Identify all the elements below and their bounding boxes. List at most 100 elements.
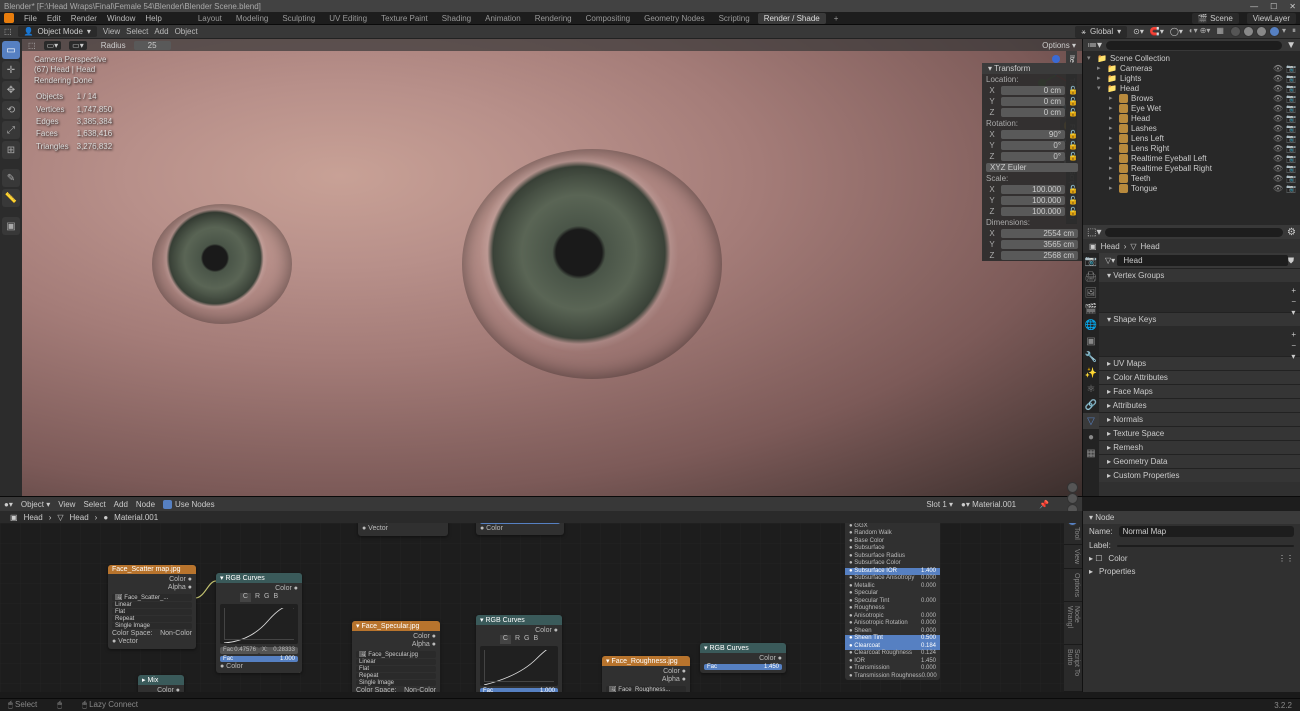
rot-y[interactable]: 0° xyxy=(1001,141,1065,150)
rot-mode[interactable]: XYZ Euler xyxy=(986,163,1078,172)
prop-panel-header[interactable]: ▸ Geometry Data xyxy=(1099,455,1300,468)
props-options-icon[interactable]: ⚙ xyxy=(1287,227,1296,238)
output-tab-icon[interactable]: 🖨 xyxy=(1083,269,1099,285)
loc-x[interactable]: 0 cm xyxy=(1001,86,1065,95)
scene-tab-icon[interactable]: 🎬 xyxy=(1083,301,1099,317)
prop-panel-header[interactable]: ▸ Color Attributes xyxy=(1099,371,1300,384)
overlay-toggle-icon[interactable]: ⊕▾ xyxy=(1200,26,1211,37)
snap-icon[interactable]: 🧲▾ xyxy=(1150,27,1164,36)
ne-side-tab[interactable]: Node Wrangl xyxy=(1064,602,1082,645)
tool-selector-2[interactable]: ▭▾ xyxy=(69,41,87,50)
disable-icon[interactable]: 📷 xyxy=(1286,104,1296,113)
disable-icon[interactable]: 📷 xyxy=(1286,124,1296,133)
eye-icon[interactable]: 👁 xyxy=(1273,104,1283,113)
tool-selector[interactable]: ▭▾ xyxy=(44,41,62,50)
vp-menu-view[interactable]: View xyxy=(103,27,120,36)
disable-icon[interactable]: 📷 xyxy=(1286,134,1296,143)
vp-menu-add[interactable]: Add xyxy=(154,27,168,36)
move-tool[interactable]: ✥ xyxy=(2,81,20,99)
material-tab-icon[interactable]: ● xyxy=(1083,429,1099,445)
remove-icon[interactable]: − xyxy=(1291,341,1296,350)
select-box-tool[interactable]: ▭ xyxy=(2,41,20,59)
rot-z[interactable]: 0° xyxy=(1001,152,1065,161)
ne-side-tab[interactable]: Script To Butto xyxy=(1064,645,1082,692)
pin-icon[interactable]: 📌 xyxy=(1039,500,1049,509)
prop-panel-header[interactable]: ▾ Vertex Groups xyxy=(1099,269,1300,282)
use-nodes-checkbox[interactable] xyxy=(163,500,172,509)
disable-icon[interactable]: 📷 xyxy=(1286,144,1296,153)
object-tab-icon[interactable]: ▣ xyxy=(1083,333,1099,349)
eye-icon[interactable]: 👁 xyxy=(1273,154,1283,163)
ne-menu-select[interactable]: Select xyxy=(83,500,105,509)
prop-panel-header[interactable]: ▸ Remesh xyxy=(1099,441,1300,454)
cursor-tool[interactable]: ✛ xyxy=(2,61,20,79)
node-fac-top[interactable]: Fac0.453 ● Color xyxy=(476,523,564,535)
eye-icon[interactable]: 👁 xyxy=(1273,144,1283,153)
node-panel-header[interactable]: ▾ Node xyxy=(1083,511,1300,524)
remove-icon[interactable]: − xyxy=(1291,297,1296,306)
editor-type-icon[interactable]: ⬚ xyxy=(4,27,12,36)
outliner-item[interactable]: ▸Realtime Eyeball Left👁📷 xyxy=(1085,153,1298,163)
constraints-tab-icon[interactable]: 🔗 xyxy=(1083,397,1099,413)
disable-icon[interactable]: 📷 xyxy=(1286,74,1296,83)
lock-icon[interactable]: 🔓 xyxy=(1068,196,1078,205)
outliner-type-icon[interactable]: ≔▾ xyxy=(1087,40,1102,51)
eye-icon[interactable]: 👁 xyxy=(1273,74,1283,83)
orientation-dropdown[interactable]: ⚹ Global ▾ xyxy=(1075,26,1127,38)
outliner-item[interactable]: ▸Tongue👁📷 xyxy=(1085,183,1298,193)
node-roughness-texture[interactable]: ▾ Face_Roughness.jpg Color ● Alpha ● 🖼 F… xyxy=(602,656,690,692)
material-shading-icon[interactable] xyxy=(1256,26,1267,37)
node-scatter-texture[interactable]: Face_Scatter map.jpg Color ● Alpha ● 🖼 F… xyxy=(108,565,196,649)
disable-icon[interactable]: 📷 xyxy=(1286,164,1296,173)
add-icon[interactable]: + xyxy=(1291,330,1296,339)
shading-dropdown-icon[interactable]: ▾ xyxy=(1282,26,1286,37)
material-dropdown[interactable]: ●▾ Material.001 xyxy=(961,500,1031,509)
disable-icon[interactable]: 📷 xyxy=(1286,114,1296,123)
node-rgb-curves-1[interactable]: ▾ RGB Curves Color ● CRGB Fac0.47576X:0.… xyxy=(216,573,302,673)
transform-tool[interactable]: ⊞ xyxy=(2,141,20,159)
ne-menu-add[interactable]: Add xyxy=(114,500,128,509)
workspace-tab[interactable]: + xyxy=(828,13,845,24)
render-tab-icon[interactable]: 📷 xyxy=(1083,253,1099,269)
mesh-data-name[interactable]: Head xyxy=(1117,255,1288,266)
node-rgb-curves-2[interactable]: ▾ RGB Curves Color ● CRGB Fac1.000 ● Col… xyxy=(476,615,562,692)
node-rgb-curves-3[interactable]: ▾ RGB Curves Color ● Fac1.450 xyxy=(700,643,786,673)
shield-icon[interactable]: ⛊ xyxy=(1288,256,1294,266)
menu-edit[interactable]: Edit xyxy=(47,14,61,23)
outliner-item[interactable]: ▸Lens Left👁📷 xyxy=(1085,133,1298,143)
ne-shade-1[interactable] xyxy=(1067,482,1078,493)
viewlayer-tab-icon[interactable]: 🖼 xyxy=(1083,285,1099,301)
pause-render-icon[interactable]: ⏸ xyxy=(1292,26,1296,37)
mode-dropdown[interactable]: 👤 Object Mode ▾ xyxy=(18,26,97,37)
eye-icon[interactable]: 👁 xyxy=(1273,84,1283,93)
prop-panel-header[interactable]: ▸ Face Maps xyxy=(1099,385,1300,398)
add-icon[interactable]: + xyxy=(1291,286,1296,295)
workspace-tab[interactable]: Texture Paint xyxy=(375,13,434,24)
ne-side-tab[interactable]: Options xyxy=(1064,569,1082,602)
outliner-item[interactable]: ▸Head👁📷 xyxy=(1085,113,1298,123)
menu-help[interactable]: Help xyxy=(145,14,161,23)
lock-icon[interactable]: 🔓 xyxy=(1068,152,1078,161)
disable-icon[interactable]: 📷 xyxy=(1286,184,1296,193)
world-tab-icon[interactable]: 🌐 xyxy=(1083,317,1099,333)
texture-tab-icon[interactable]: ▦ xyxy=(1083,445,1099,461)
lock-icon[interactable]: 🔓 xyxy=(1068,141,1078,150)
eye-icon[interactable]: 👁 xyxy=(1273,114,1283,123)
menu-icon[interactable]: ▾ xyxy=(1291,352,1296,361)
menu-window[interactable]: Window xyxy=(107,14,135,23)
filter-icon[interactable]: ▼ xyxy=(1286,40,1296,51)
props-type-icon[interactable]: ⬚▾ xyxy=(1087,227,1101,238)
workspace-tab[interactable]: Sculpting xyxy=(276,13,321,24)
minimize-icon[interactable]: — xyxy=(1250,2,1258,11)
ne-side-tab[interactable]: Tool xyxy=(1064,523,1082,545)
outliner-item[interactable]: ▸📁Cameras👁📷 xyxy=(1085,63,1298,73)
workspace-tab[interactable]: Geometry Nodes xyxy=(638,13,710,24)
ne-side-tab[interactable]: View xyxy=(1064,545,1082,569)
3d-viewport[interactable]: ⬚ ▭▾ ▭▾ Radius 25 Options ▾ Camera Persp… xyxy=(22,39,1082,496)
prop-panel-header[interactable]: ▸ Attributes xyxy=(1099,399,1300,412)
loc-z[interactable]: 0 cm xyxy=(1001,108,1065,117)
xray-icon[interactable]: ▦ xyxy=(1216,26,1224,37)
proportional-icon[interactable]: ◯▾ xyxy=(1170,27,1183,36)
outliner-item[interactable]: ▸Eye Wet👁📷 xyxy=(1085,103,1298,113)
lock-icon[interactable]: 🔓 xyxy=(1068,108,1078,117)
